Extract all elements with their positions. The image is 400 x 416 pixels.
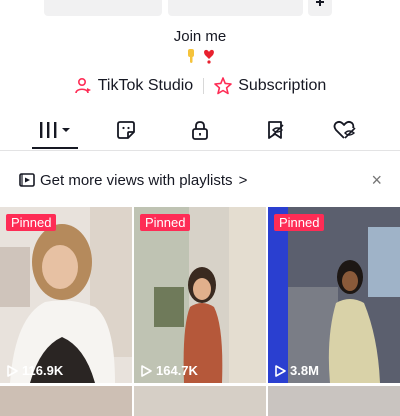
video-tile[interactable] [0,386,132,416]
view-count-label: 116.9K [22,363,64,378]
liked-tab[interactable] [315,112,375,148]
grid-bars-icon [40,122,70,138]
subscription-link[interactable]: Subscription [214,77,326,95]
play-icon [275,364,286,377]
private-tab[interactable] [170,112,230,148]
tabs-divider [0,150,400,151]
tiktok-studio-link[interactable]: TikTok Studio [74,77,193,95]
video-thumbnail [268,207,400,383]
profile-action-buttons [0,0,400,18]
hand-pointing-down-icon [188,49,194,63]
sticker-icon [117,121,135,139]
view-count: 3.8M [274,363,319,378]
video-tile[interactable] [134,386,266,416]
close-icon[interactable]: × [371,170,382,191]
profile-tabs [0,112,400,150]
heart-exclamation-icon [204,49,214,64]
video-tile[interactable]: Pinned 116.9K [0,207,132,383]
profile-links: TikTok Studio Subscription [0,74,400,98]
view-count: 116.9K [6,363,63,378]
play-icon [7,364,18,377]
video-grid: Pinned 116.9K Pinned 164.7K Pinned 3.8M [0,207,400,416]
selected-tab-indicator [32,147,78,149]
chevron-right-icon: > [238,171,248,189]
subscription-label: Subscription [238,77,327,94]
profile-bio: Join me [173,28,227,45]
playlist-promo-banner[interactable]: Get more views with playlists > × [0,168,400,192]
video-thumbnail [0,207,132,383]
pinned-badge: Pinned [274,214,325,231]
bio-emojis [0,48,400,64]
playlist-promo-text: Get more views with playlists [40,171,233,189]
view-count: 164.7K [140,363,198,378]
edit-profile-button[interactable] [44,0,162,16]
playlist-icon [19,173,35,187]
add-friend-icon [316,0,324,6]
subscription-star-icon [214,77,233,95]
heart-hidden-icon [333,120,356,139]
sticker-tab[interactable] [96,112,156,148]
video-tile[interactable] [268,386,400,416]
play-icon [141,364,152,377]
view-count-label: 3.8M [290,363,319,378]
view-count-label: 164.7K [156,363,198,378]
favorites-tab[interactable] [245,112,305,148]
pinned-badge: Pinned [140,214,191,231]
add-friend-button[interactable] [308,0,332,16]
videos-grid-tab[interactable] [25,112,85,148]
tiktok-studio-label: TikTok Studio [97,77,194,94]
pinned-badge: Pinned [6,214,57,231]
links-separator [203,78,205,94]
video-thumbnail [134,207,266,383]
video-tile[interactable]: Pinned 3.8M [268,207,400,383]
studio-person-icon [74,77,91,94]
share-profile-button[interactable] [168,0,303,16]
lock-icon [192,121,208,140]
video-tile[interactable]: Pinned 164.7K [134,207,266,383]
bookmark-hidden-icon [268,121,284,139]
